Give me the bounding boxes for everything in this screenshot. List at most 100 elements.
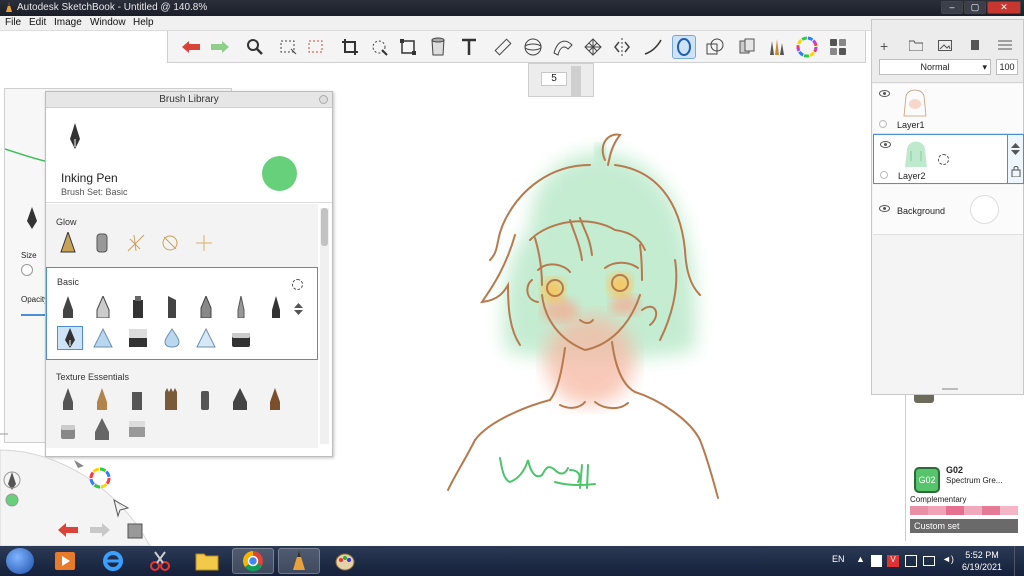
brush-cursor-icon[interactable]	[74, 460, 84, 468]
brush-size-slider[interactable]	[571, 66, 581, 96]
antivirus-icon[interactable]: V	[887, 555, 899, 567]
clock[interactable]: 5:52 PM 6/19/2021	[962, 549, 1002, 573]
add-layer-icon[interactable]: +	[880, 38, 888, 54]
brush-library-icon[interactable]	[764, 35, 788, 59]
select-lasso-icon[interactable]	[304, 35, 328, 59]
brush-set-options-icon[interactable]	[292, 279, 303, 290]
complementary-swatches[interactable]	[910, 506, 1018, 515]
language-indicator[interactable]: EN	[832, 554, 845, 564]
lagoon-color-swatch[interactable]	[5, 493, 19, 507]
technical-pen-icon[interactable]	[265, 296, 287, 318]
start-button[interactable]	[6, 548, 34, 574]
glow-brush-3-icon[interactable]	[125, 232, 147, 254]
show-desktop-button[interactable]	[1014, 546, 1024, 576]
volume-icon[interactable]: ◄)	[942, 554, 954, 564]
scrollbar-thumb[interactable]	[321, 208, 328, 246]
paint-icon[interactable]	[324, 548, 366, 574]
custom-set-bar[interactable]: Custom set	[910, 519, 1018, 533]
texture-brush-1-icon[interactable]	[57, 388, 79, 410]
undo-icon[interactable]	[179, 35, 203, 59]
perspective-icon[interactable]	[581, 35, 605, 59]
texture-brush-2-icon[interactable]	[91, 388, 113, 410]
lock-icon[interactable]	[1011, 165, 1021, 177]
text-icon[interactable]	[457, 35, 481, 59]
ellipse-guide-icon[interactable]	[521, 35, 545, 59]
close-button[interactable]: ✕	[987, 1, 1021, 14]
texture-brush-4-icon[interactable]	[160, 388, 182, 410]
chisel-brush-icon[interactable]	[161, 296, 183, 318]
glow-brush-1-icon[interactable]	[57, 232, 79, 254]
color-swatch-top[interactable]	[914, 395, 934, 403]
layer-lock-toggle[interactable]	[880, 171, 888, 179]
brush-library-header[interactable]: Brush Library	[46, 92, 332, 108]
network-icon[interactable]	[923, 556, 935, 566]
clear-layer-icon[interactable]	[970, 39, 980, 51]
color-wheel-icon[interactable]	[795, 35, 819, 59]
menu-edit[interactable]: Edit	[29, 17, 46, 28]
show-hidden-icons[interactable]: ▲	[856, 554, 865, 564]
layer-options-icon[interactable]	[938, 154, 949, 165]
size-slider-handle[interactable]	[21, 264, 33, 276]
color-wheel-icon[interactable]	[89, 467, 111, 489]
chrome-icon[interactable]	[232, 548, 274, 574]
airbrush-icon[interactable]	[92, 327, 114, 349]
brush-list-scrollbar[interactable]	[320, 208, 329, 444]
action-center-icon[interactable]	[905, 555, 917, 567]
transform-icon[interactable]	[367, 35, 391, 59]
ruler-icon[interactable]	[491, 35, 515, 59]
layer-opacity-field[interactable]: 100	[996, 59, 1018, 75]
pencil-brush-icon[interactable]	[57, 296, 79, 318]
crop-icon[interactable]	[338, 35, 362, 59]
symmetry-icon[interactable]	[610, 35, 634, 59]
layer-lock-toggle[interactable]	[879, 120, 887, 128]
shape-icon[interactable]	[703, 35, 727, 59]
menu-image[interactable]: Image	[54, 17, 82, 28]
minimize-button[interactable]: –	[941, 1, 963, 14]
distort-icon[interactable]	[396, 35, 420, 59]
glow-brush-4-icon[interactable]	[159, 232, 181, 254]
hard-eraser-icon[interactable]	[127, 327, 149, 349]
layer-menu-icon[interactable]	[998, 40, 1012, 50]
brush-size-value[interactable]: 5	[541, 72, 567, 86]
fineliner-icon[interactable]	[230, 296, 252, 318]
layer-item-1[interactable]: Layer1	[873, 84, 1023, 134]
visibility-eye-icon[interactable]	[880, 141, 891, 148]
canvas-drawing[interactable]	[430, 120, 730, 510]
media-player-icon[interactable]	[44, 548, 86, 574]
ballpoint-brush-icon[interactable]	[92, 296, 114, 318]
copic-icon[interactable]	[735, 35, 759, 59]
menu-window[interactable]: Window	[90, 17, 126, 28]
glow-brush-2-icon[interactable]	[91, 232, 113, 254]
tray-app-icon[interactable]	[871, 555, 882, 567]
layer-item-background[interactable]: Background	[873, 185, 1023, 235]
texture-brush-5-icon[interactable]	[194, 388, 216, 410]
resize-handle[interactable]	[942, 388, 958, 390]
texture-brush-3-icon[interactable]	[126, 388, 148, 410]
layer-item-2[interactable]: Layer2	[873, 134, 1008, 184]
water-brush-icon[interactable]	[161, 327, 183, 349]
inking-pen-selected-icon[interactable]	[57, 326, 83, 350]
brush-palette-icon[interactable]	[826, 35, 850, 59]
close-icon[interactable]	[319, 95, 328, 104]
texture-brush-6-icon[interactable]	[229, 388, 251, 410]
folder-icon[interactable]	[909, 40, 923, 51]
reorder-icon[interactable]	[1011, 143, 1020, 155]
fill-icon[interactable]	[426, 35, 450, 59]
soft-eraser-icon[interactable]	[230, 327, 252, 349]
blend-mode-select[interactable]: Normal ▾	[879, 59, 991, 75]
brush-size-widget[interactable]: 5	[528, 63, 594, 97]
reorder-icon[interactable]	[294, 303, 303, 315]
maximize-button[interactable]: ▢	[964, 1, 986, 14]
layers-icon[interactable]	[127, 523, 143, 539]
select-rect-icon[interactable]	[276, 35, 300, 59]
visibility-eye-icon[interactable]	[879, 90, 890, 97]
internet-explorer-icon[interactable]	[92, 548, 134, 574]
menu-file[interactable]: File	[5, 17, 21, 28]
felt-pen-icon[interactable]	[195, 296, 217, 318]
current-color-swatch[interactable]	[262, 156, 297, 191]
predictive-stroke-icon[interactable]	[672, 35, 696, 59]
marker-brush-icon[interactable]	[127, 296, 149, 318]
texture-brush-7-icon[interactable]	[264, 388, 286, 410]
glow-brush-5-icon[interactable]	[193, 232, 215, 254]
file-explorer-icon[interactable]	[186, 548, 228, 574]
